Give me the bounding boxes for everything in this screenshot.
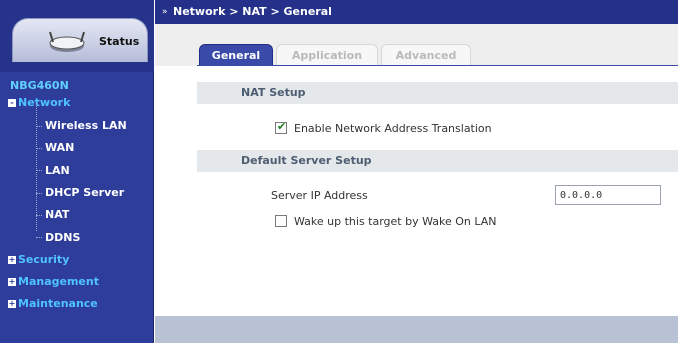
breadcrumb: Network > NAT > General: [173, 5, 332, 18]
collapse-icon: -: [8, 99, 16, 107]
wake-on-lan-label: Wake up this target by Wake On LAN: [294, 215, 497, 228]
sidebar-item-nat[interactable]: NAT: [45, 208, 69, 221]
sidebar: Status NBG460N - Network Wireless LAN WAN…: [0, 0, 154, 343]
footer-bar: [155, 316, 678, 343]
sidebar-item-network[interactable]: - Network: [8, 96, 70, 109]
double-chevron-icon: »: [162, 7, 168, 17]
expand-icon: +: [8, 277, 16, 286]
status-button[interactable]: Status: [12, 18, 148, 62]
tab-strip: General Application Advanced: [155, 24, 678, 67]
server-ip-input[interactable]: [555, 185, 661, 205]
router-icon: [49, 31, 85, 52]
tree-branch: [36, 215, 42, 216]
device-name: NBG460N: [10, 79, 69, 92]
sidebar-item-label: Management: [18, 275, 99, 288]
tree-branch: [36, 126, 42, 127]
tree-branch: [36, 148, 42, 149]
enable-nat-checkbox[interactable]: ✔: [275, 120, 287, 134]
checkmark-icon: ✔: [277, 120, 287, 133]
top-bar: » Network > NAT > General: [155, 0, 678, 24]
enable-nat-label: Enable Network Address Translation: [294, 122, 492, 135]
sidebar-item-label: Network: [18, 96, 71, 109]
tab-application[interactable]: Application: [276, 44, 378, 66]
sidebar-item-ddns[interactable]: DDNS: [45, 231, 80, 244]
tree-branch: [36, 237, 42, 238]
wake-on-lan-checkbox[interactable]: [275, 215, 287, 227]
status-area: Status: [0, 0, 154, 72]
sidebar-item-dhcp-server[interactable]: DHCP Server: [45, 186, 124, 199]
sidebar-item-management[interactable]: + Management: [8, 275, 99, 288]
tree-line: [36, 103, 37, 231]
tab-general[interactable]: General: [199, 44, 273, 66]
server-ip-label: Server IP Address: [271, 189, 368, 202]
sidebar-item-label: Maintenance: [18, 297, 98, 310]
status-label: Status: [99, 35, 140, 48]
expand-icon: +: [8, 299, 16, 308]
tab-advanced[interactable]: Advanced: [381, 44, 471, 66]
tree-branch: [36, 193, 42, 194]
expand-icon: +: [8, 255, 16, 264]
sidebar-item-lan[interactable]: LAN: [45, 164, 70, 177]
tree-branch: [36, 170, 42, 171]
default-server-heading: Default Server Setup: [197, 150, 678, 172]
main-panel: NAT Setup ✔ Enable Network Address Trans…: [197, 66, 678, 316]
sidebar-item-maintenance[interactable]: + Maintenance: [8, 297, 98, 310]
sidebar-item-wan[interactable]: WAN: [45, 141, 74, 154]
sidebar-item-label: Security: [18, 253, 70, 266]
sidebar-item-wireless-lan[interactable]: Wireless LAN: [45, 119, 127, 132]
sidebar-item-security[interactable]: + Security: [8, 253, 69, 266]
nat-setup-heading: NAT Setup: [197, 82, 678, 104]
